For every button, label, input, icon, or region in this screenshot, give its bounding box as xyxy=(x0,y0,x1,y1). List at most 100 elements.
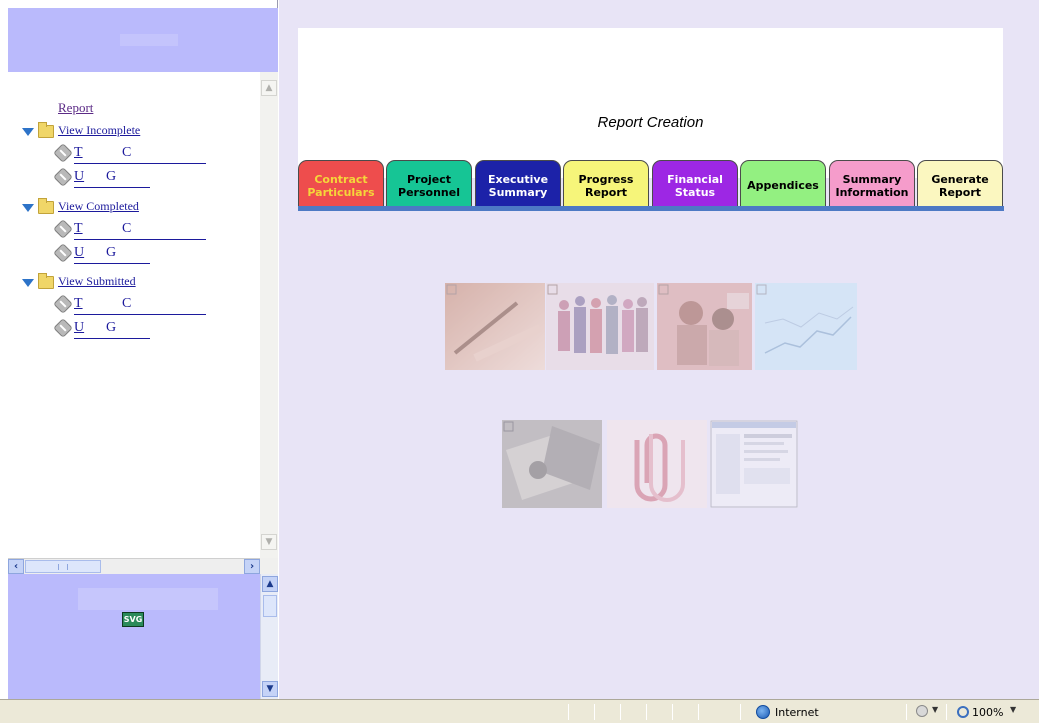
tree-leaf[interactable]: T C xyxy=(8,294,258,319)
tab-label: Generate Report xyxy=(931,172,989,199)
document-tag-icon xyxy=(53,243,73,263)
status-separator xyxy=(946,704,947,720)
tab-label: Appendices xyxy=(747,179,819,192)
tree-group-incomplete[interactable]: View Incomplete xyxy=(8,122,258,146)
left-header-panel xyxy=(8,8,278,72)
leaf-link[interactable]: U G xyxy=(74,320,150,339)
folder-icon xyxy=(38,122,54,138)
tree-leaf[interactable]: T C xyxy=(8,143,258,168)
vertical-scroll-thumb[interactable] xyxy=(263,595,277,617)
view-completed-link[interactable]: View Completed xyxy=(58,199,139,214)
scroll-right-arrow-icon[interactable]: › xyxy=(244,559,260,574)
tree-group-submitted[interactable]: View Submitted xyxy=(8,273,258,297)
status-separator xyxy=(672,704,673,720)
horizontal-scroll-thumb[interactable] xyxy=(25,560,101,573)
tree-group-completed[interactable]: View Completed xyxy=(8,198,258,222)
leaf-link[interactable]: T C xyxy=(74,145,206,164)
tree-leaf[interactable]: U G xyxy=(8,167,258,192)
bottom-vertical-scrollbar[interactable]: ▲ ▼ xyxy=(260,574,278,699)
summary-image[interactable] xyxy=(657,283,752,370)
folder-icon xyxy=(38,273,54,289)
navigation-tree: Report View Incomplete T C U G View Comp… xyxy=(8,72,260,558)
document-tag-icon xyxy=(53,294,73,314)
leaf-link-part: C xyxy=(122,145,132,160)
report-link[interactable]: Report xyxy=(58,100,93,116)
tab-executive-summary[interactable]: Executive Summary xyxy=(475,160,561,206)
leaf-link-part: U xyxy=(74,169,85,184)
leaf-link-part: G xyxy=(106,320,117,335)
scroll-down-arrow-icon[interactable]: ▼ xyxy=(262,681,278,697)
tab-label: Executive Summary xyxy=(487,172,549,199)
navigation-tree-pane: Report View Incomplete T C U G View Comp… xyxy=(8,72,278,558)
tab-contract-particulars[interactable]: Contract Particulars xyxy=(298,160,384,206)
chevron-down-icon[interactable]: ▼ xyxy=(932,705,938,714)
folder-icon xyxy=(38,198,54,214)
expand-triangle-icon[interactable] xyxy=(22,279,34,287)
document-tag-icon xyxy=(53,167,73,187)
tab-label: Summary Information xyxy=(835,172,909,199)
leaf-link[interactable]: U G xyxy=(74,245,150,264)
financial-image[interactable] xyxy=(502,420,602,508)
tree-vertical-scrollbar[interactable]: ▲ ▼ xyxy=(260,72,278,558)
expand-triangle-icon[interactable] xyxy=(22,204,34,212)
left-frame: Report View Incomplete T C U G View Comp… xyxy=(0,0,278,699)
view-incomplete-link[interactable]: View Incomplete xyxy=(58,123,140,138)
leaf-link-part: U xyxy=(74,320,85,335)
leaf-link[interactable]: T C xyxy=(74,296,206,315)
header-faint-logo xyxy=(120,34,178,46)
scroll-up-arrow-icon[interactable]: ▲ xyxy=(262,576,278,592)
zoom-control[interactable]: 100% xyxy=(957,704,1003,720)
tree-item-report: Report xyxy=(8,100,258,122)
progress-image[interactable] xyxy=(755,283,857,370)
tab-label: Project Personnel xyxy=(398,172,460,199)
document-tag-icon xyxy=(53,219,73,239)
status-separator xyxy=(906,704,907,720)
tree-leaf[interactable]: U G xyxy=(8,243,258,268)
tree-leaf[interactable]: U G xyxy=(8,318,258,343)
chevron-down-icon[interactable]: ▼ xyxy=(1010,705,1016,714)
status-separator xyxy=(646,704,647,720)
tab-project-personnel[interactable]: Project Personnel xyxy=(386,160,472,206)
tab-label: Financial Status xyxy=(667,172,723,199)
scrollbar-corner xyxy=(260,558,278,574)
expand-triangle-icon[interactable] xyxy=(22,128,34,136)
zone-label: Internet xyxy=(775,705,819,719)
tab-appendices[interactable]: Appendices xyxy=(740,160,826,206)
bottom-panel: SVG ▲ ▼ xyxy=(8,574,278,699)
scroll-up-arrow-icon[interactable]: ▲ xyxy=(261,80,277,96)
tree-horizontal-scrollbar[interactable]: ‹ › xyxy=(8,558,260,574)
appendices-image[interactable] xyxy=(607,420,707,508)
leaf-link[interactable]: T C xyxy=(74,221,206,240)
scroll-down-arrow-icon[interactable]: ▼ xyxy=(261,534,277,550)
tab-label: Progress Report xyxy=(578,172,634,199)
status-separator xyxy=(594,704,595,720)
leaf-link-part: T xyxy=(74,145,83,160)
report-image[interactable] xyxy=(710,420,798,508)
tab-summary-information[interactable]: Summary Information xyxy=(829,160,915,206)
leaf-link-part: C xyxy=(122,221,132,236)
svg-badge-icon[interactable]: SVG xyxy=(122,612,144,627)
tree-leaf[interactable]: T C xyxy=(8,219,258,244)
tab-underline xyxy=(298,206,1004,211)
globe-icon xyxy=(756,705,770,719)
view-submitted-link[interactable]: View Submitted xyxy=(58,274,136,289)
scroll-left-arrow-icon[interactable]: ‹ xyxy=(8,559,24,574)
personnel-image[interactable] xyxy=(546,283,654,370)
contract-image[interactable] xyxy=(445,283,545,370)
status-separator xyxy=(740,704,741,720)
security-zone[interactable]: Internet xyxy=(756,704,819,720)
leaf-link-part: T xyxy=(74,221,83,236)
tab-financial-status[interactable]: Financial Status xyxy=(652,160,738,206)
tab-generate-report[interactable]: Generate Report xyxy=(917,160,1003,206)
leaf-link-part: C xyxy=(122,296,132,311)
protected-mode-icon[interactable] xyxy=(916,705,928,717)
tab-label: Contract Particulars xyxy=(307,172,375,199)
leaf-link-part: G xyxy=(106,245,117,260)
leaf-link[interactable]: U G xyxy=(74,169,150,188)
tab-progress-report[interactable]: Progress Report xyxy=(563,160,649,206)
title-panel: Report Creation xyxy=(298,28,1003,178)
document-tag-icon xyxy=(53,143,73,163)
document-tag-icon xyxy=(53,318,73,338)
status-bar: Internet ▼ 100% ▼ xyxy=(0,699,1039,723)
bottom-faint-banner xyxy=(78,588,218,610)
